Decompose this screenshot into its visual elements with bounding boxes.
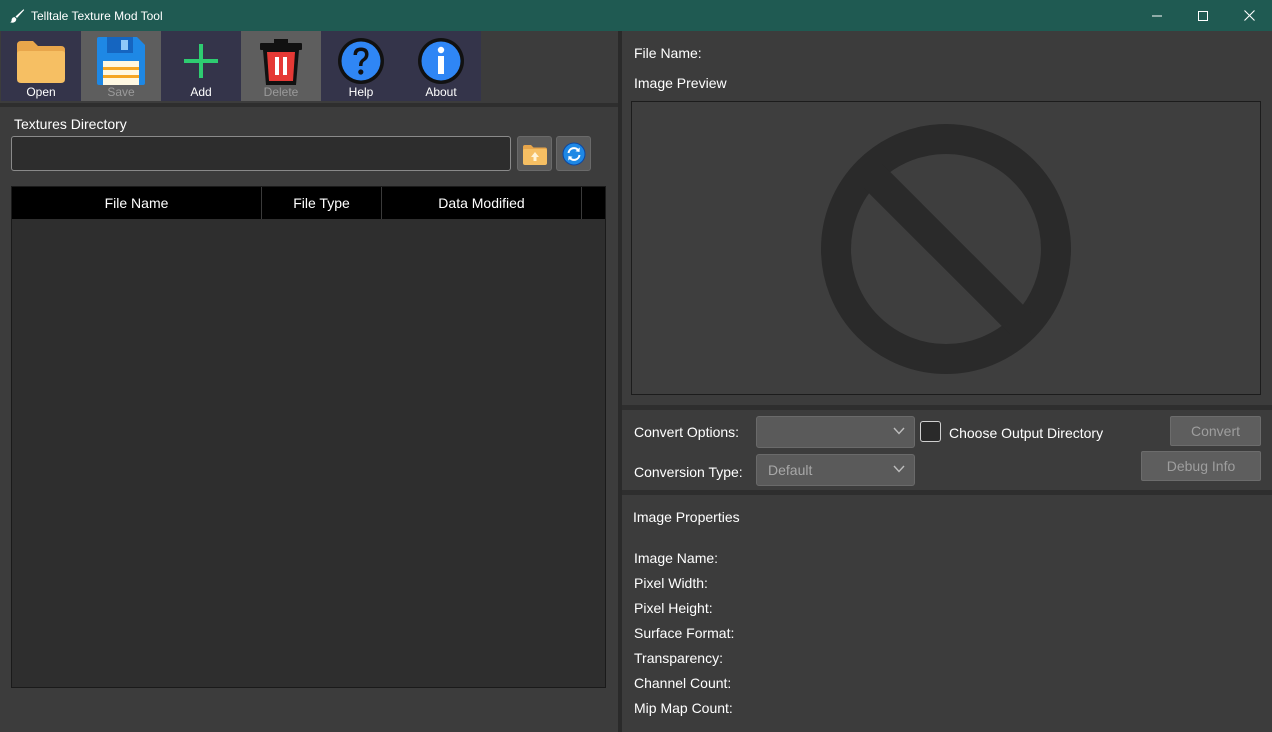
- table-header: File Name File Type Data Modified: [12, 187, 605, 219]
- help-button[interactable]: Help: [321, 31, 401, 101]
- no-image-icon: [821, 124, 1071, 374]
- chevron-down-icon: [893, 427, 905, 435]
- add-label: Add: [190, 85, 212, 99]
- image-properties-title: Image Properties: [633, 509, 740, 525]
- open-label: Open: [26, 85, 56, 99]
- add-button[interactable]: Add: [161, 31, 241, 101]
- trash-icon: [260, 39, 302, 85]
- info-icon: [418, 38, 464, 84]
- image-preview-label: Image Preview: [634, 75, 727, 91]
- toolbar: Open Save Add Delete Help About: [1, 31, 481, 101]
- about-button[interactable]: About: [401, 31, 481, 101]
- help-icon: [338, 38, 384, 84]
- convert-button[interactable]: Convert: [1170, 416, 1261, 446]
- brush-icon: [10, 8, 25, 23]
- window-title: Telltale Texture Mod Tool: [31, 8, 163, 23]
- conversion-type-value: Default: [768, 462, 813, 478]
- column-header-data-modified[interactable]: Data Modified: [382, 187, 582, 219]
- browse-folder-button[interactable]: [517, 136, 552, 171]
- textures-directory-label: Textures Directory: [14, 116, 127, 132]
- right-panel: File Name: Image Preview Convert Options…: [622, 31, 1272, 732]
- refresh-icon: [562, 142, 585, 165]
- output-directory-label: Choose Output Directory: [949, 425, 1104, 441]
- close-icon: [1243, 10, 1255, 21]
- mip-map-count-label: Mip Map Count:: [634, 700, 733, 716]
- delete-button[interactable]: Delete: [241, 31, 321, 101]
- plus-icon: [184, 44, 218, 78]
- convert-options-dropdown[interactable]: [756, 416, 915, 448]
- help-label: Help: [348, 85, 374, 99]
- about-label: About: [425, 85, 457, 99]
- pixel-width-label: Pixel Width:: [634, 575, 708, 591]
- left-panel: Open Save Add Delete Help About Textures…: [0, 31, 618, 732]
- open-button[interactable]: Open: [1, 31, 81, 101]
- convert-options-label: Convert Options:: [634, 424, 740, 440]
- folder-icon: [17, 41, 65, 83]
- minimize-button[interactable]: [1134, 0, 1180, 31]
- folder-upload-icon: [522, 144, 547, 165]
- title-bar: Telltale Texture Mod Tool: [0, 0, 1272, 31]
- minimize-icon: [1152, 15, 1162, 16]
- conversion-type-label: Conversion Type:: [634, 464, 743, 480]
- pixel-height-label: Pixel Height:: [634, 600, 713, 616]
- section-separator: [622, 490, 1272, 495]
- textures-table[interactable]: File Name File Type Data Modified: [11, 186, 606, 688]
- column-header-file-name[interactable]: File Name: [12, 187, 262, 219]
- output-directory-checkbox[interactable]: [920, 421, 941, 442]
- chevron-down-icon: [893, 465, 905, 473]
- toolbar-separator: [0, 103, 618, 107]
- maximize-button[interactable]: [1180, 0, 1226, 31]
- surface-format-label: Surface Format:: [634, 625, 735, 641]
- save-button[interactable]: Save: [81, 31, 161, 101]
- column-header-file-type[interactable]: File Type: [262, 187, 382, 219]
- section-separator: [622, 405, 1272, 410]
- conversion-type-dropdown[interactable]: Default: [756, 454, 915, 486]
- debug-info-button[interactable]: Debug Info: [1141, 451, 1261, 481]
- channel-count-label: Channel Count:: [634, 675, 732, 691]
- refresh-button[interactable]: [556, 136, 591, 171]
- file-name-label: File Name:: [634, 45, 702, 61]
- close-button[interactable]: [1226, 0, 1272, 31]
- floppy-disk-icon: [97, 37, 145, 85]
- image-preview: [631, 101, 1261, 395]
- delete-label: Delete: [263, 85, 299, 99]
- textures-directory-input[interactable]: [11, 136, 511, 171]
- save-label: Save: [107, 85, 135, 99]
- image-name-label: Image Name:: [634, 550, 719, 566]
- maximize-icon: [1198, 10, 1208, 21]
- transparency-label: Transparency:: [634, 650, 723, 666]
